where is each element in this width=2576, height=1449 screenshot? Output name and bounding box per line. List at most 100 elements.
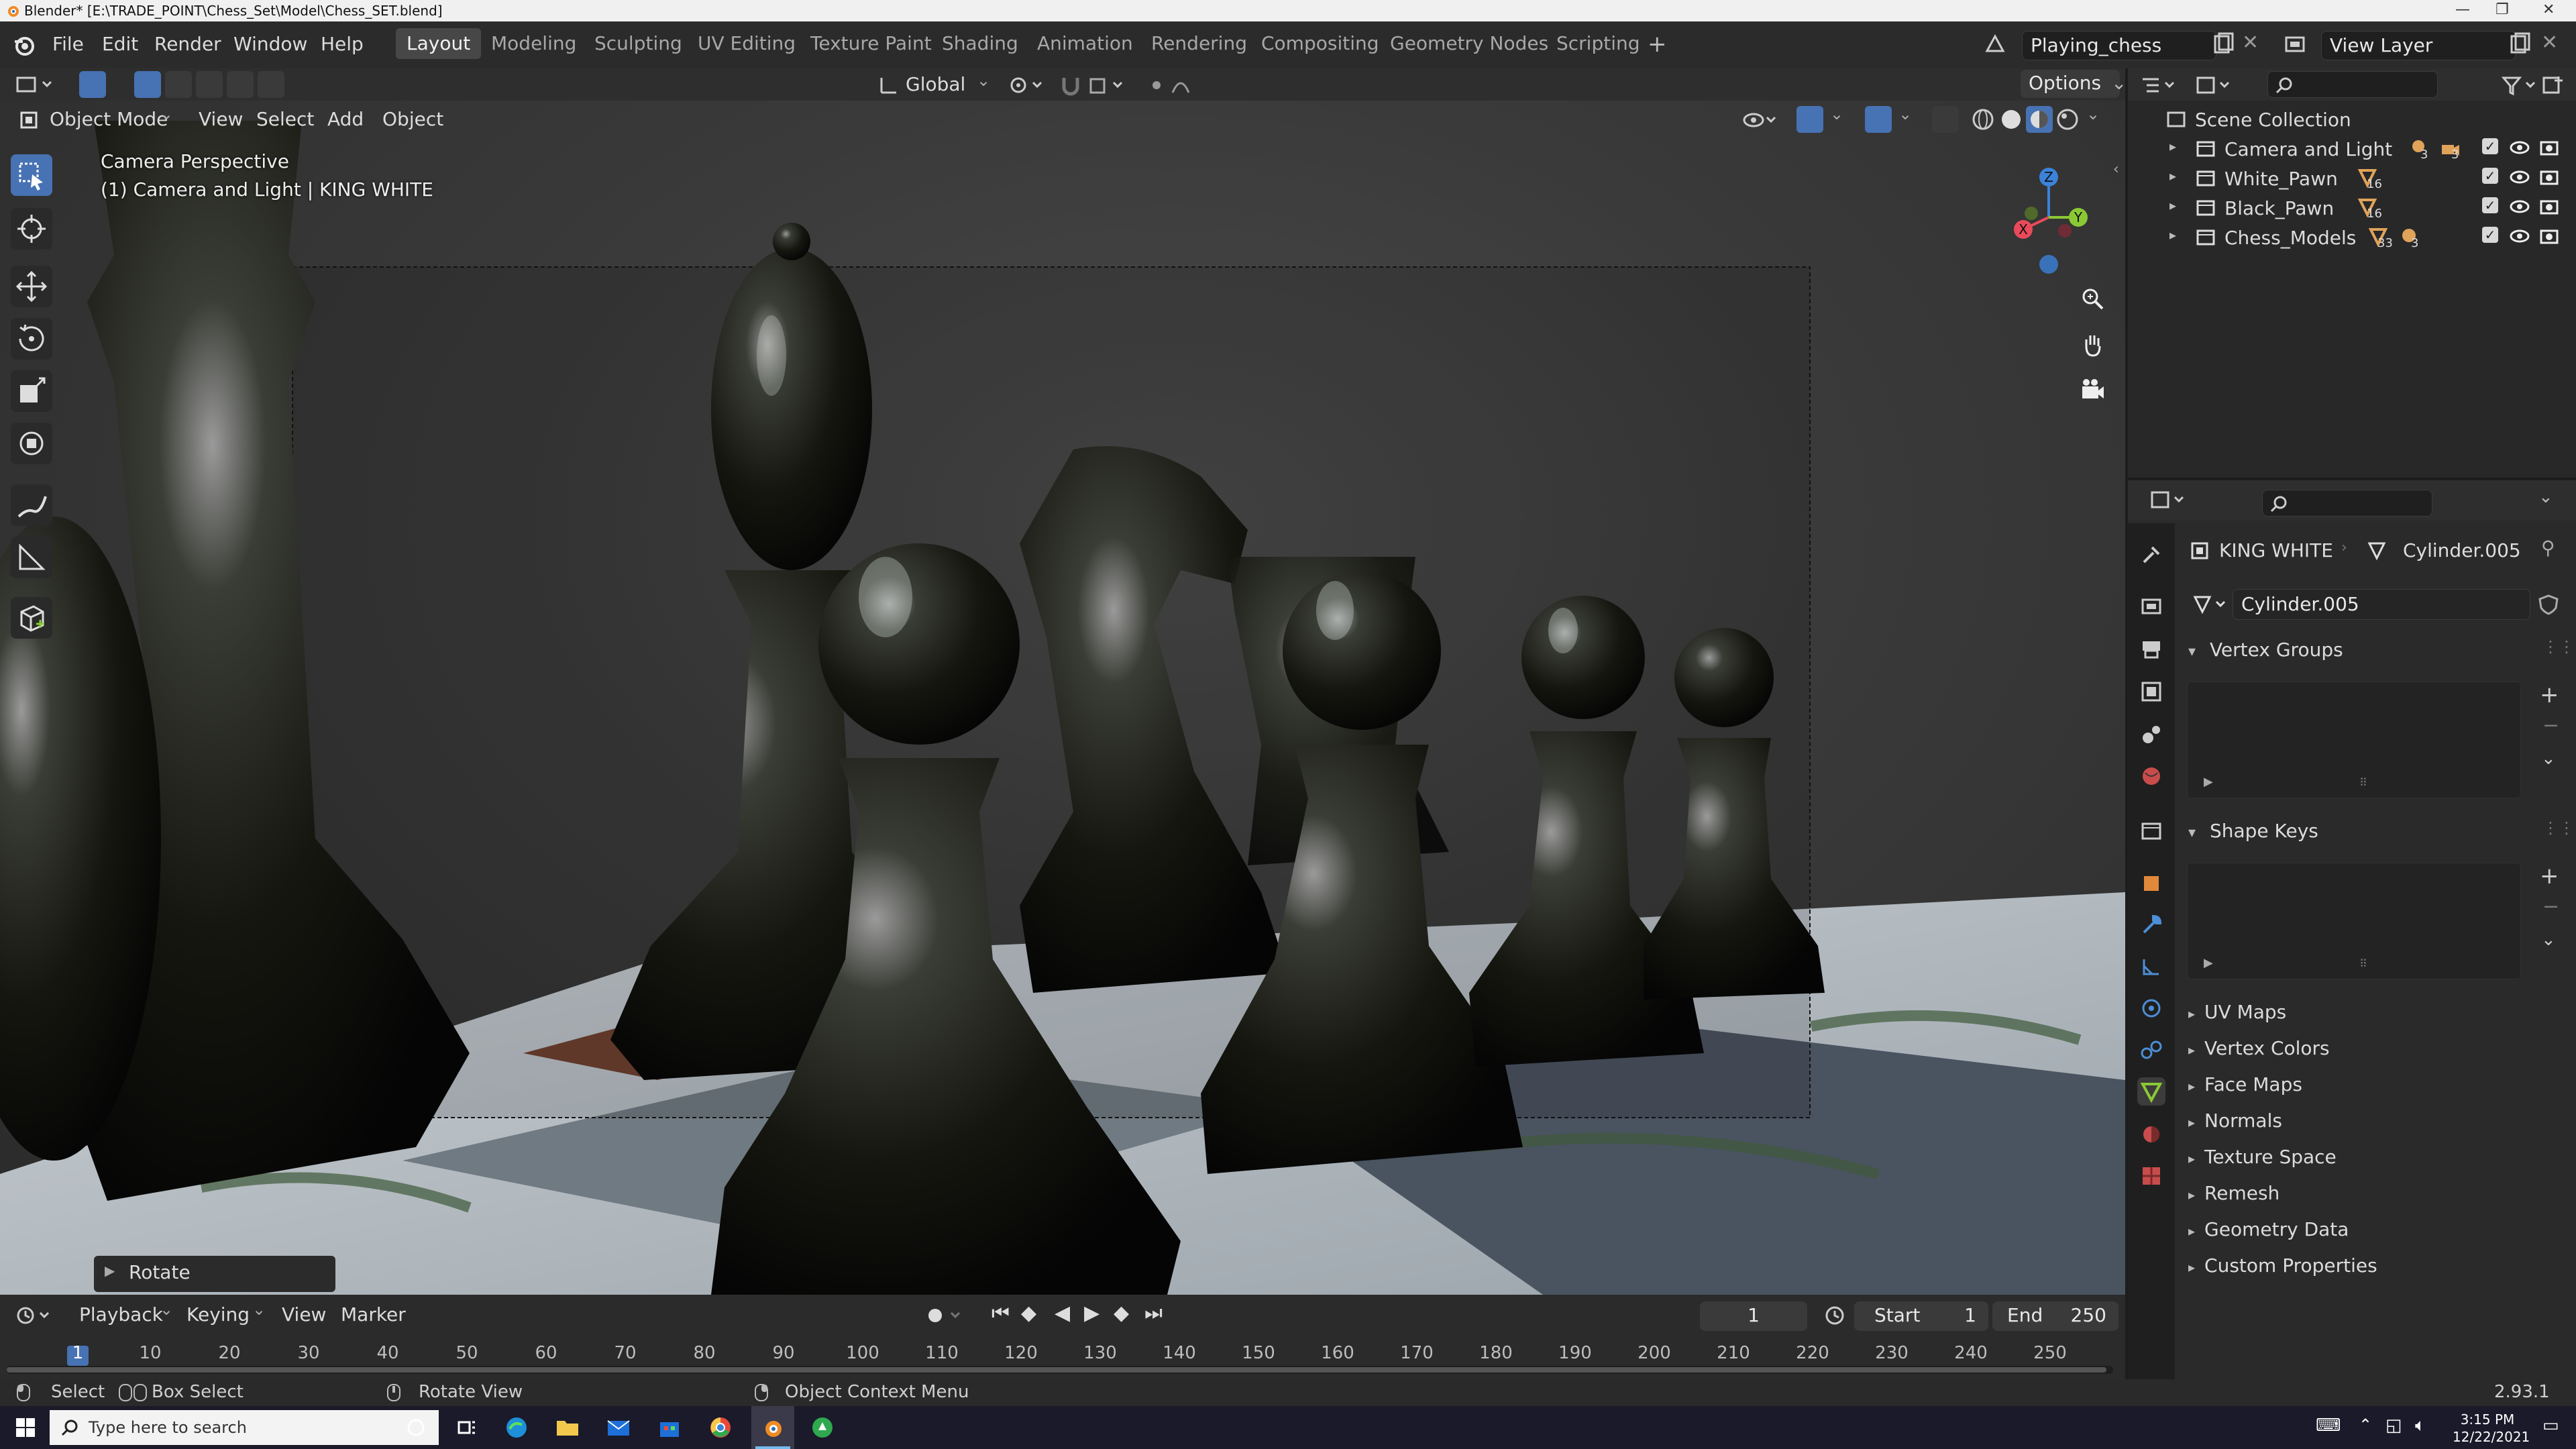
fake-user-shield-icon[interactable] [2537,593,2560,616]
menu-playback[interactable]: Playback [79,1300,163,1330]
add-vertex-group-icon[interactable]: + [2540,682,2559,708]
jump-to-start-icon[interactable]: ⏮ [991,1301,1010,1325]
scale-tool[interactable] [11,370,52,412]
mode-extend-button[interactable] [165,71,192,98]
expand-arrow-icon[interactable]: ▸ [2169,138,2176,154]
tray-chevron-up-icon[interactable]: ⌃ [2359,1415,2372,1434]
menu-help[interactable]: Help [311,30,373,59]
timeline-editor-icon[interactable] [15,1304,55,1327]
sidebar-toggle-icon[interactable]: ‹ [2113,161,2119,178]
include-checkbox[interactable]: ✓ [2482,168,2498,184]
gizmo-chevron-down-icon[interactable]: ⌄ [1830,105,1843,123]
minimize-icon[interactable]: — [2455,1,2470,18]
view-layer-icon[interactable] [2284,32,2308,56]
navigation-gizmo[interactable]: Z X Y [2004,157,2092,278]
options-dropdown[interactable]: Options ⌄ [2021,70,2127,98]
include-checkbox[interactable]: ✓ [2482,197,2498,213]
add-workspace-icon[interactable]: + [1648,31,1667,58]
drag-handle-icon[interactable]: ⋮⋮ [2542,818,2575,837]
expand-arrow-icon[interactable]: ▸ [2169,168,2176,184]
shape-keys-panel-header[interactable]: ▾ Shape Keys [2182,814,2569,848]
tab-physics-icon[interactable] [2137,994,2165,1022]
geometry-data-panel-header[interactable]: ▸ Geometry Data [2182,1213,2569,1246]
render-camera-icon[interactable] [2538,168,2560,186]
mail-icon[interactable] [606,1415,631,1440]
menu-file[interactable]: File [43,30,93,59]
select-tool-button[interactable] [79,71,106,98]
remesh-panel-header[interactable]: ▸ Remesh [2182,1177,2569,1210]
proportional-edit-icon[interactable] [1146,74,1199,97]
mode-new-button[interactable] [134,71,161,98]
timeline-scrollbar-thumb[interactable] [7,1367,2106,1373]
expand-arrow-icon[interactable]: ▸ [2169,197,2176,213]
render-camera-icon[interactable] [2538,227,2560,246]
tab-modeling[interactable]: Modeling [480,28,587,59]
tab-tool-icon[interactable] [2137,541,2165,569]
transform-tool[interactable] [11,423,52,464]
menu-render[interactable]: Render [145,30,231,59]
tab-layout[interactable]: Layout [396,28,482,59]
editor-type-icon[interactable] [15,72,55,97]
outliner-row[interactable]: ▸ Black_Pawn 16 ✓ [2128,193,2576,223]
render-camera-icon[interactable] [2538,197,2560,216]
cursor-tool[interactable] [11,208,52,250]
keying-chevron-down-icon[interactable]: ⌄ [252,1300,266,1319]
gizmo-toggle-button[interactable] [1796,106,1823,133]
gizmo-z-axis[interactable]: Z [2039,168,2058,186]
xray-toggle-button[interactable] [1932,106,1959,133]
tab-texture-paint[interactable]: Texture Paint [800,28,943,59]
delete-view-layer-icon[interactable]: ✕ [2541,31,2558,54]
face-maps-panel-header[interactable]: ▸ Face Maps [2182,1068,2569,1102]
start-frame-field[interactable]: Start 1 [1854,1301,1988,1331]
custom-properties-panel-header[interactable]: ▸ Custom Properties [2182,1249,2569,1283]
list-filter-toggle-icon[interactable]: ▶ [2204,775,2213,789]
vertex-groups-list[interactable]: ▶ ⠿ [2187,682,2521,798]
drag-handle-icon[interactable]: ⋮⋮ [2542,637,2575,656]
tab-collection-icon[interactable] [2137,817,2165,845]
edge-browser-icon[interactable] [504,1415,529,1440]
menu-edit[interactable]: Edit [93,30,148,59]
tab-texture-icon[interactable] [2137,1162,2165,1190]
tab-particles-icon[interactable] [2137,953,2165,981]
network-icon[interactable]: ◱ [2385,1415,2402,1436]
tab-mesh-data-icon[interactable] [2137,1077,2165,1106]
outliner-row[interactable]: ▸ White_Pawn 16 ✓ [2128,164,2576,193]
tab-material-icon[interactable] [2137,1120,2165,1148]
file-explorer-icon[interactable] [555,1415,580,1440]
remove-shape-key-icon[interactable]: − [2542,895,2559,918]
shading-rendered-icon[interactable] [2054,106,2081,133]
measure-tool[interactable] [11,537,52,578]
tab-uv-editing[interactable]: UV Editing [687,28,806,59]
windows-start-icon[interactable] [15,1417,36,1438]
scene-selector-icon[interactable] [1982,31,2008,58]
outliner-row[interactable]: ▸ Camera and Light 3 3 ✓ [2128,134,2576,164]
filter-icon[interactable] [2501,74,2541,97]
tab-output-icon[interactable] [2137,635,2165,663]
list-filter-toggle-icon[interactable]: ▶ [2204,956,2213,970]
render-camera-icon[interactable] [2538,138,2560,157]
tab-modifier-icon[interactable] [2137,911,2165,939]
tab-compositing[interactable]: Compositing [1250,28,1390,59]
list-resize-handle-icon[interactable]: ⠿ [2359,957,2367,970]
play-reverse-icon[interactable]: ◀ [1055,1301,1070,1325]
task-view-icon[interactable] [456,1417,478,1438]
overlay-toggle-button[interactable] [1865,106,1892,133]
texture-space-panel-header[interactable]: ▸ Texture Space [2182,1140,2569,1174]
delete-scene-icon[interactable]: ✕ [2242,31,2259,54]
eye-icon[interactable] [2509,227,2530,246]
snap-magnet-icon[interactable] [1059,74,1083,97]
blender-taskbar-button[interactable] [751,1406,794,1449]
preview-range-clock-icon[interactable] [1823,1304,1846,1327]
eye-icon[interactable] [2509,168,2530,186]
current-frame-field[interactable]: 1 [1700,1301,1807,1331]
playback-chevron-down-icon[interactable]: ⌄ [160,1300,173,1319]
display-mode-icon[interactable] [2195,74,2235,97]
new-scene-icon[interactable] [2211,32,2235,56]
uv-maps-panel-header[interactable]: ▸ UV Maps [2182,996,2569,1029]
list-resize-handle-icon[interactable]: ⠿ [2359,776,2367,789]
mode-intersect-button[interactable] [258,71,284,98]
eye-icon[interactable] [2509,138,2530,157]
outliner-row[interactable]: ▸ Chess_Models 33 3 ✓ [2128,223,2576,252]
menu-window[interactable]: Window [224,30,317,59]
jump-to-keyframe-next-icon[interactable]: ◆ [1114,1301,1129,1325]
